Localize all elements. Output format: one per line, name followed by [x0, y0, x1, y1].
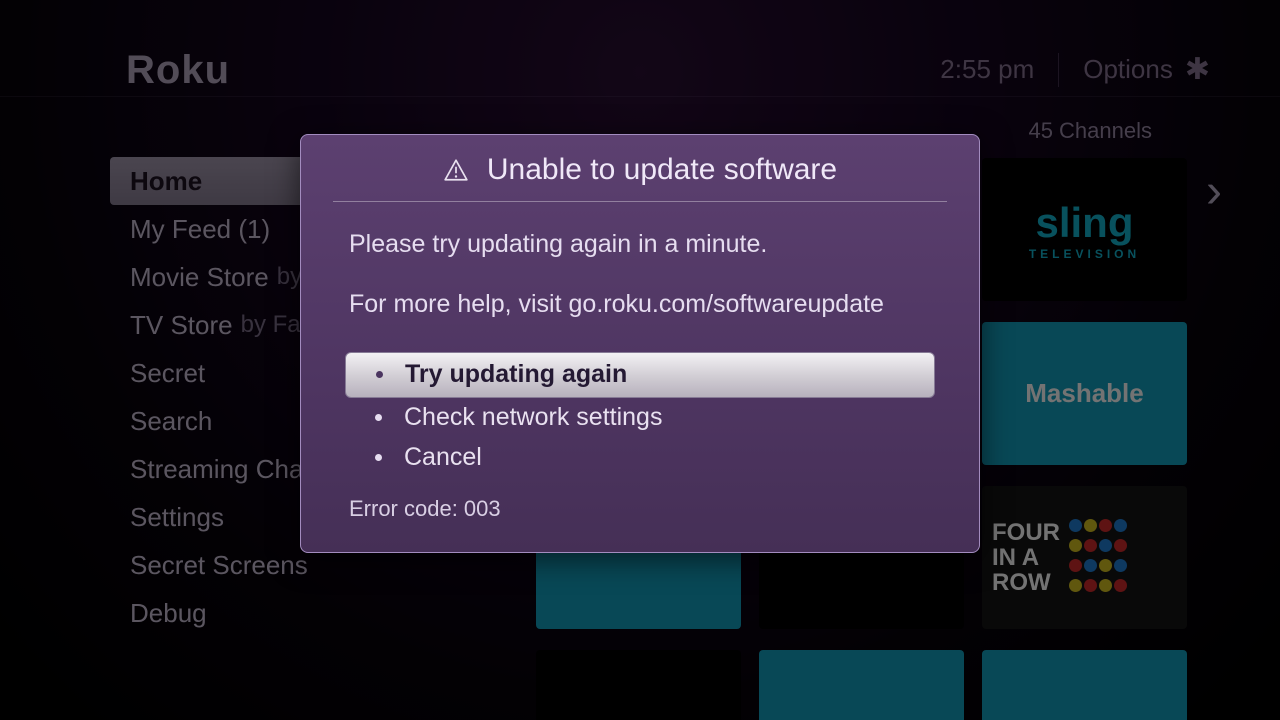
- dialog-option-label: Cancel: [404, 443, 482, 472]
- dialog-divider: [333, 201, 947, 202]
- dialog-option-cancel[interactable]: Cancel: [345, 438, 935, 478]
- dialog-body: Please try updating again in a minute. F…: [349, 228, 931, 322]
- dialog-text-line: Please try updating again in a minute.: [349, 228, 931, 262]
- dialog-option-label: Try updating again: [405, 360, 627, 389]
- dialog-option-try-again[interactable]: Try updating again: [345, 352, 935, 398]
- dialog-title: Unable to update software: [487, 153, 837, 187]
- dialog-text-line: For more help, visit go.roku.com/softwar…: [349, 288, 931, 322]
- dialog-options: Try updating again Check network setting…: [345, 352, 935, 478]
- dialog-option-check-network[interactable]: Check network settings: [345, 398, 935, 438]
- error-dialog: Unable to update software Please try upd…: [300, 134, 980, 553]
- screen: Roku 2:55 pm Options ✱ 45 Channels Home …: [0, 0, 1280, 720]
- dialog-header: Unable to update software: [349, 153, 931, 201]
- bullet-icon: [375, 414, 382, 421]
- warning-icon: [443, 157, 469, 183]
- dialog-option-label: Check network settings: [404, 403, 662, 432]
- bullet-icon: [375, 454, 382, 461]
- error-code: Error code: 003: [349, 496, 931, 522]
- bullet-icon: [376, 371, 383, 378]
